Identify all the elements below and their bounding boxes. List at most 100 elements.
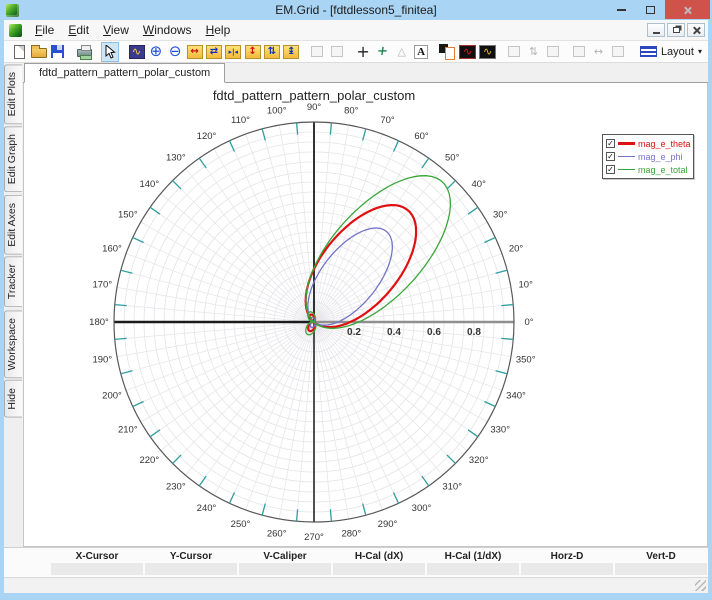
readout-header: H-Cal (1/dX) [426,548,520,562]
svg-text:250°: 250° [231,519,251,530]
hstep-left-button [570,42,588,62]
svg-text:160°: 160° [102,244,122,255]
menu-item[interactable]: Edit [61,21,96,39]
legend-entry[interactable]: ✓ mag_e_phi [606,150,690,163]
shrink-vertical-button[interactable]: ⇅ [263,42,281,62]
text-tool-icon: A [414,45,428,59]
vstep-button: ⇅ [524,42,542,62]
svg-text:90°: 90° [307,102,322,113]
plot-style-red-button[interactable]: ∿ [458,42,477,62]
svg-text:40°: 40° [472,179,487,190]
resize-grip[interactable] [695,580,706,591]
shrink-vertical-icon: ⇅ [264,45,280,59]
open-file-button[interactable] [29,42,47,62]
svg-text:240°: 240° [197,503,217,514]
square-disabled-icon [547,46,559,57]
cursor-readout-bar: X-Cursor Y-Cursor V-Caliper H-Ca [4,547,708,577]
tracker-button[interactable]: + [373,42,391,62]
sidebar-tab[interactable]: Workspace [4,310,22,378]
minimize-button[interactable] [607,0,636,19]
sidebar-tab[interactable]: Edit Plots [4,64,22,124]
legend-checkbox[interactable]: ✓ [606,152,615,161]
readout-column: V-Caliper [238,548,332,578]
mdi-restore-icon [673,27,680,33]
mdi-close-button[interactable] [687,23,705,37]
readout-header: Y-Cursor [144,548,238,562]
readout-value-cell [521,563,613,575]
zoom-out-button[interactable]: ⊖ [166,42,184,62]
zoom-out-icon: ⊖ [169,44,182,59]
sidebar-tab[interactable]: Hide [4,380,22,418]
svg-text:300°: 300° [412,503,432,514]
center-horizontal-button[interactable]: ▸|◂ [224,42,242,62]
legend-entry[interactable]: ✓ mag_e_total [606,163,690,176]
mdi-minimize-button[interactable] [647,23,665,37]
triangle-icon: △ [398,45,406,58]
statusbar [4,577,708,593]
square-disabled-icon [573,46,585,57]
legend-checkbox[interactable]: ✓ [606,139,615,148]
svg-text:320°: 320° [469,455,489,466]
expand-vertical-icon: ↕ [245,45,261,59]
chart-panel: fdtd_pattern_pattern_polar_custom 0°10°2… [23,83,708,547]
svg-text:0°: 0° [524,317,533,328]
new-file-button[interactable] [10,42,28,62]
svg-text:190°: 190° [92,354,112,365]
minimize-icon [617,9,626,11]
mdi-restore-button[interactable] [667,23,685,37]
text-tool-button[interactable]: A [412,42,430,62]
document-tab[interactable]: fdtd_pattern_pattern_polar_custom [24,63,225,83]
svg-text:0.4: 0.4 [387,327,401,338]
save-button[interactable] [49,42,67,62]
readout-header: V-Caliper [238,548,332,562]
select-tool-button[interactable] [101,42,119,62]
printer-icon [77,49,92,57]
menu-item[interactable]: Help [199,21,238,39]
svg-text:350°: 350° [516,354,536,365]
expand-vertical-button[interactable]: ↕ [243,42,261,62]
svg-text:150°: 150° [118,210,138,221]
svg-text:120°: 120° [197,131,217,142]
readout-value-cell [51,563,143,575]
square-disabled-icon [508,46,520,57]
menu-item[interactable]: View [96,21,136,39]
legend-entry[interactable]: ✓ mag_e_theta [606,137,690,150]
center-vertical-button[interactable]: ↨ [282,42,300,62]
svg-text:330°: 330° [490,425,510,436]
readout-header: X-Cursor [50,548,144,562]
menu-item[interactable]: File [28,21,61,39]
svg-text:140°: 140° [139,179,159,190]
copy-page-icon [439,44,456,60]
readout-value-cell [239,563,331,575]
legend-checkbox[interactable]: ✓ [606,165,615,174]
close-button[interactable] [665,0,710,19]
cursor-arrow-icon [104,45,116,59]
zoom-in-button[interactable]: ⊕ [147,42,165,62]
zoom-in-icon: ⊕ [150,44,163,59]
window-title: EM.Grid - [fdtdlesson5_finitea] [0,3,712,17]
svg-text:0.6: 0.6 [427,327,441,338]
sidebar-tab[interactable]: Tracker [4,256,22,307]
sidebar-tab[interactable]: Edit Axes [4,195,22,255]
sidebar-tab[interactable]: Edit Graph [4,126,22,192]
fit-view-button[interactable]: ∿ [127,42,145,62]
maximize-button[interactable] [636,0,665,19]
legend-line-swatch [618,169,635,170]
print-button[interactable] [75,42,93,62]
svg-text:230°: 230° [166,482,186,493]
readout-value-cell [615,563,707,575]
svg-text:70°: 70° [380,115,395,126]
shrink-horizontal-button[interactable]: ⇄ [205,42,223,62]
svg-text:170°: 170° [92,280,112,291]
expand-horizontal-button[interactable]: ↔ [185,42,203,62]
crosshair-button[interactable]: + [354,42,372,62]
vertical-arrows-disabled-icon: ⇅ [529,45,538,58]
readout-value-cell [427,563,519,575]
menu-item[interactable]: Windows [136,21,199,39]
copy-plot-button[interactable] [438,42,457,62]
plot-style-dark-button[interactable]: ∿ [478,42,497,62]
layout-dropdown-button[interactable]: Layout ▾ [634,43,708,61]
legend-line-swatch [618,156,635,157]
frame-button-2 [328,42,346,62]
legend: ✓ mag_e_theta ✓ mag_e_phi ✓ mag_e_total [602,134,694,179]
